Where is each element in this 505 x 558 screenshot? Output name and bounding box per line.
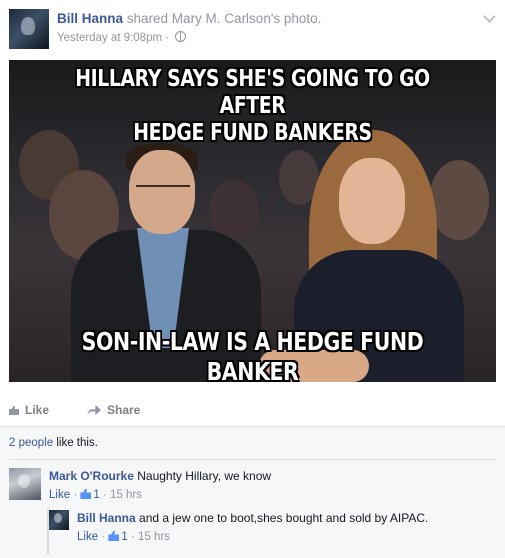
- feedback-section: 2 people like this. Mark O'Rourke Naught…: [0, 426, 505, 558]
- commenter-name-link[interactable]: Bill Hanna: [77, 511, 136, 525]
- author-name-link[interactable]: Bill Hanna: [57, 11, 123, 26]
- like-count-icon[interactable]: [108, 531, 120, 541]
- comment-meta: Like · 1 · 15 hrs: [77, 531, 170, 543]
- comment-like-count[interactable]: 1: [93, 489, 99, 501]
- reply-comment: Bill Hanna and a jew one to boot,shes bo…: [49, 510, 496, 550]
- comment-like-link[interactable]: Like: [49, 489, 70, 501]
- meme-caption-top: HILLARY SAYS SHE'S GOING TO GO AFTER HED…: [53, 66, 452, 147]
- woman-face: [339, 158, 405, 244]
- meme-caption-top-line2: HEDGE FUND BANKERS: [133, 120, 372, 146]
- post-timestamp[interactable]: Yesterday at 9:08pm: [57, 32, 162, 44]
- post-actions: Like Share: [9, 395, 496, 425]
- likers-link[interactable]: 2 people: [9, 437, 53, 449]
- meta-separator: ·: [101, 531, 106, 543]
- comment-like-count[interactable]: 1: [121, 531, 127, 543]
- post-meta: Yesterday at 9:08pm ·: [57, 31, 187, 44]
- commenter-name-link[interactable]: Mark O'Rourke: [49, 469, 134, 483]
- meta-separator: ·: [102, 489, 107, 501]
- like-count-icon[interactable]: [80, 489, 92, 499]
- likers-suffix: like this.: [56, 437, 98, 449]
- share-button-label: Share: [107, 403, 141, 417]
- globe-icon[interactable]: [175, 31, 187, 42]
- like-button[interactable]: Like: [9, 403, 49, 417]
- divider: [9, 459, 496, 460]
- meta-separator: ·: [165, 32, 170, 44]
- comment-meta: Like · 1 · 15 hrs: [49, 489, 142, 501]
- meta-separator: ·: [130, 531, 135, 543]
- post-photo[interactable]: HILLARY SAYS SHE'S GOING TO GO AFTER HED…: [9, 60, 496, 382]
- meme-caption-bottom: SON-IN-LAW IS A HEDGE FUND BANKER: [81, 327, 424, 382]
- meta-separator: ·: [73, 489, 78, 501]
- comment-body: Bill Hanna and a jew one to boot,shes bo…: [77, 511, 428, 525]
- post-attribution: Bill Hanna shared Mary M. Carlson's phot…: [57, 11, 321, 26]
- author-avatar[interactable]: [9, 9, 49, 49]
- chevron-down-icon[interactable]: [483, 10, 496, 23]
- like-button-label: Like: [25, 403, 50, 417]
- glasses: [136, 185, 190, 197]
- comment-like-link[interactable]: Like: [77, 531, 98, 543]
- post-header: Bill Hanna shared Mary M. Carlson's phot…: [0, 0, 505, 56]
- comment-text: and a jew one to boot,shes bought and so…: [139, 511, 429, 525]
- thumbs-up-icon: [9, 406, 19, 415]
- commenter-avatar[interactable]: [9, 468, 41, 500]
- comment-text: Naughty Hillary, we know: [137, 469, 272, 483]
- comment-time[interactable]: 15 hrs: [138, 531, 170, 543]
- likes-summary: 2 people like this.: [9, 437, 98, 449]
- comment-body: Mark O'Rourke Naughty Hillary, we know: [49, 469, 271, 483]
- comment-time[interactable]: 15 hrs: [110, 489, 142, 501]
- share-arrow-icon: [87, 405, 101, 415]
- shared-photo-text[interactable]: shared Mary M. Carlson's photo.: [127, 11, 322, 26]
- meme-caption-top-line1: HILLARY SAYS SHE'S GOING TO GO AFTER: [75, 66, 430, 119]
- comment: Mark O'Rourke Naughty Hillary, we know L…: [9, 466, 496, 506]
- share-button[interactable]: Share: [87, 403, 140, 417]
- divider: [0, 426, 505, 427]
- commenter-avatar[interactable]: [49, 510, 69, 530]
